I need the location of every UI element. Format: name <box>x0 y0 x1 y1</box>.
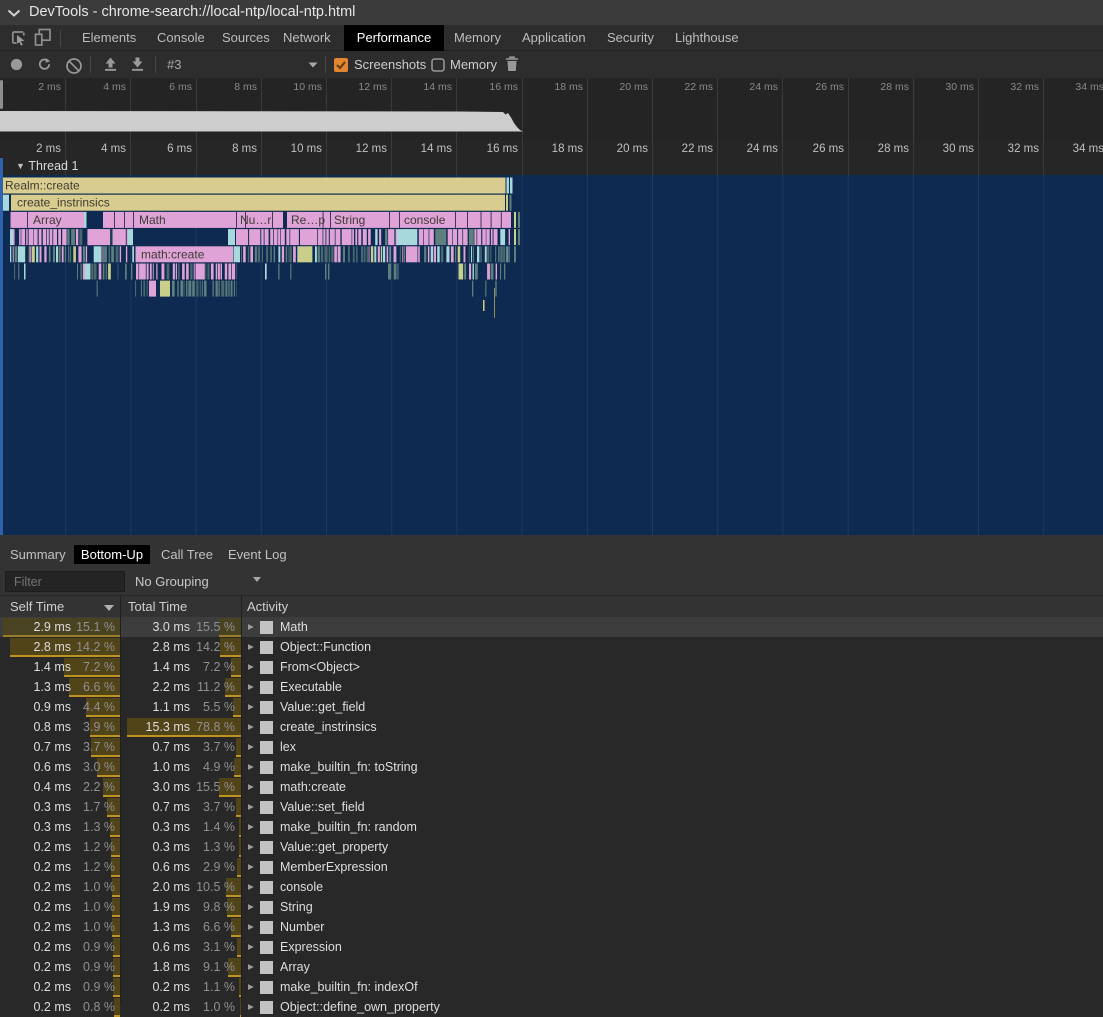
svg-text:Nu…r: Nu…r <box>240 213 271 227</box>
svg-text:Realm::create: Realm::create <box>5 179 80 193</box>
svg-text:console: console <box>404 213 446 227</box>
svg-text:math:create: math:create <box>141 247 205 261</box>
svg-text:Array: Array <box>33 213 62 227</box>
svg-text:String: String <box>334 213 365 227</box>
svg-text:Re…p: Re…p <box>291 213 325 227</box>
svg-text:create_instrinsics: create_instrinsics <box>17 196 110 210</box>
svg-text:Math: Math <box>139 213 166 227</box>
